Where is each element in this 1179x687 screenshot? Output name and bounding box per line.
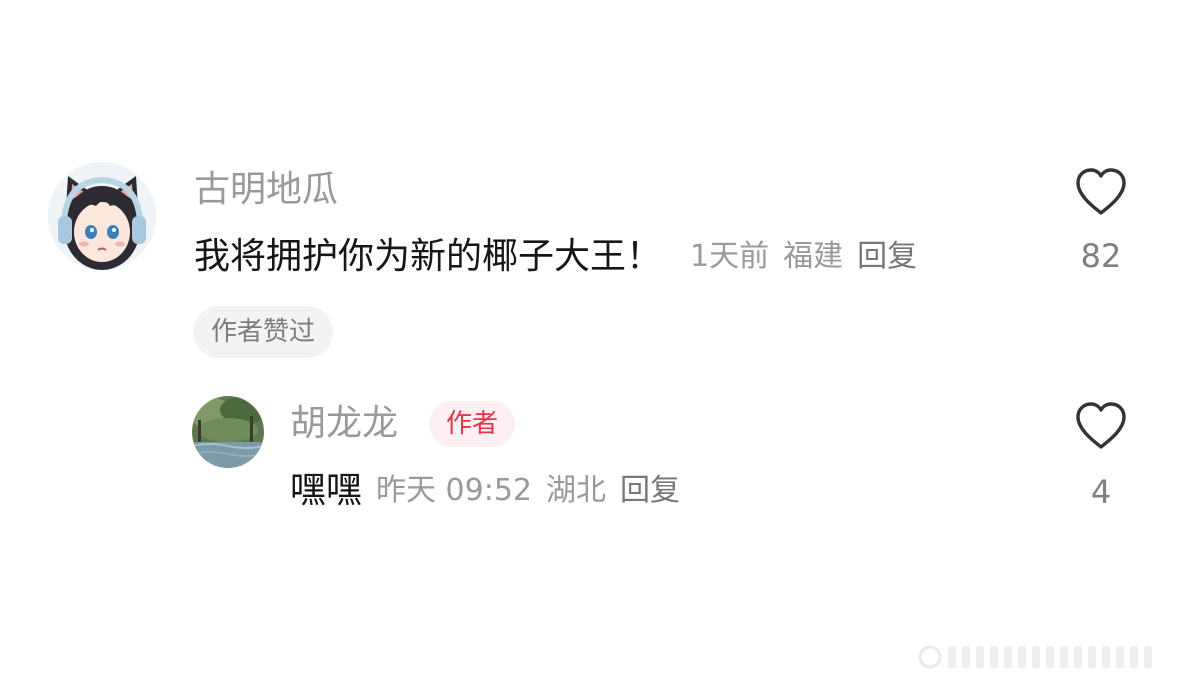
reply-time: 昨天 09:52 [376, 473, 533, 508]
reply-author-username[interactable]: 胡龙龙 [290, 402, 398, 446]
heart-outline-icon [1076, 168, 1126, 215]
commenter-avatar[interactable] [48, 162, 156, 270]
author-badge: 作者 [429, 401, 516, 447]
reply-body: 嘿嘿 昨天 09:52 湖北 回复 [290, 466, 680, 516]
commenter-username[interactable]: 古明地瓜 [194, 168, 338, 212]
like-count: 4 [1090, 473, 1112, 511]
reply-author-avatar[interactable] [192, 396, 264, 468]
comment-time: 1天前 [690, 239, 770, 274]
like-button[interactable] [1073, 400, 1129, 452]
watermark [918, 640, 1168, 674]
like-button[interactable] [1073, 166, 1129, 218]
comment-location: 福建 [783, 239, 844, 274]
comment-text[interactable]: 我将拥护你为新的椰子大王！ [194, 232, 662, 282]
author-liked-tag: 作者赞过 [193, 306, 334, 358]
anime-girl-avatar-icon [48, 162, 156, 270]
like-count: 82 [1080, 237, 1122, 275]
reply-text[interactable]: 嘿嘿 [290, 466, 362, 516]
heart-outline-icon [1076, 402, 1126, 449]
reply-location: 湖北 [546, 473, 607, 508]
reply-button[interactable]: 回复 [620, 466, 680, 516]
comment-body: 我将拥护你为新的椰子大王！ 1天前 福建 回复 [194, 232, 917, 282]
garden-pond-avatar-icon [192, 396, 264, 468]
reply-button[interactable]: 回复 [857, 232, 917, 282]
